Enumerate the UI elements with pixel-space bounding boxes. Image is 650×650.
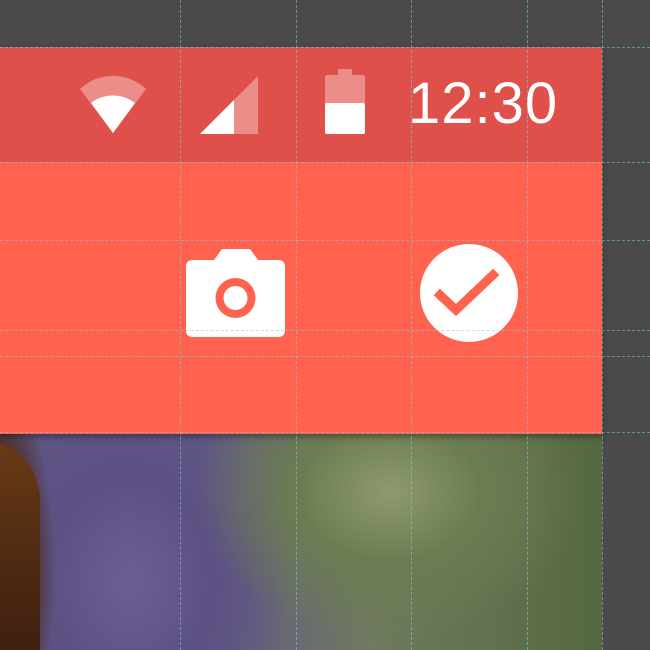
check-circle-icon	[420, 244, 518, 342]
wifi-icon	[80, 75, 146, 133]
app-bar: 12:30	[0, 47, 602, 434]
background-photo	[0, 432, 602, 650]
status-bar: 12:30	[0, 47, 602, 162]
camera-button[interactable]	[186, 249, 285, 337]
guide-line-vertical	[602, 0, 603, 650]
battery-icon	[325, 69, 365, 134]
design-canvas: 12:30	[0, 0, 650, 650]
cellular-signal-icon	[200, 76, 258, 134]
done-button[interactable]	[420, 244, 518, 342]
camera-icon	[186, 249, 285, 337]
status-clock: 12:30	[408, 71, 559, 136]
